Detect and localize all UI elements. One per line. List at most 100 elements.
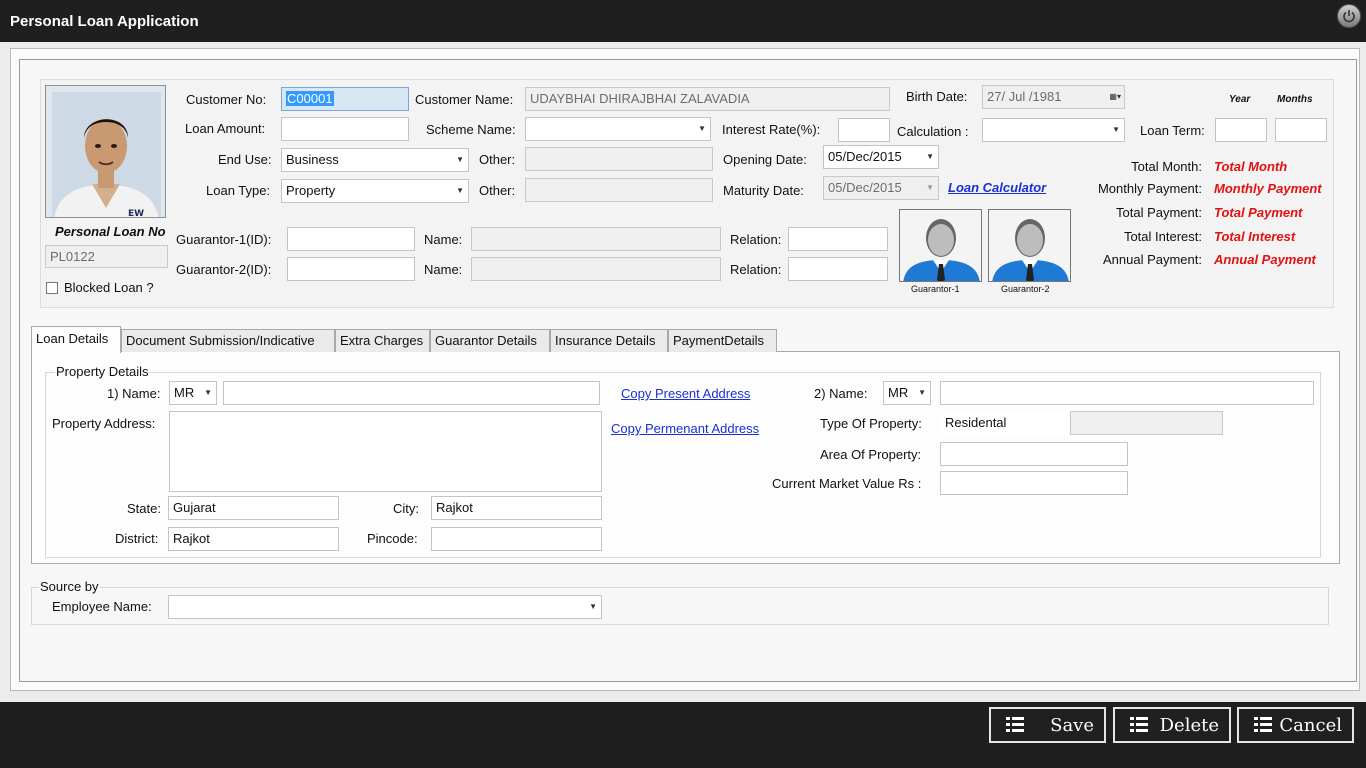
chevron-down-icon: ▼ (926, 183, 934, 192)
chevron-down-icon: ▼ (204, 388, 212, 397)
birth-date-value: 27/ Jul /1981 (987, 89, 1062, 104)
total-payment-label: Total Payment: (1116, 205, 1202, 220)
customer-name-field[interactable]: UDAYBHAI DHIRAJBHAI ZALAVADIA (525, 87, 890, 111)
customer-no-label: Customer No: (186, 92, 267, 107)
loan-amount-input[interactable] (281, 117, 409, 141)
city-input[interactable]: Rajkot (431, 496, 602, 520)
loan-type-label: Loan Type: (206, 183, 271, 198)
type-of-property-label: Type Of Property: (820, 416, 922, 431)
name2-input[interactable] (940, 381, 1314, 405)
area-of-property-input[interactable] (940, 442, 1128, 466)
copy-present-address-link[interactable]: Copy Present Address (621, 386, 750, 401)
name1-title-value: MR (174, 385, 195, 400)
cancel-button[interactable]: Cancel (1237, 707, 1354, 743)
property-details-title: Property Details (55, 364, 150, 379)
end-use-other-field[interactable] (525, 147, 713, 171)
tab-document-submission[interactable]: Document Submission/Indicative (121, 329, 335, 352)
calculation-label: Calculation : (897, 124, 969, 139)
name1-title-select[interactable]: MR ▼ (169, 381, 217, 405)
guarantor1-photo[interactable] (899, 209, 982, 282)
maturity-date-value: 05/Dec/2015 (828, 180, 902, 195)
calendar-icon[interactable]: ▦▾ (1109, 86, 1121, 108)
guarantor1-name-field[interactable] (471, 227, 721, 251)
maturity-date-picker[interactable]: 05/Dec/2015 ▼ (823, 176, 939, 200)
chevron-down-icon: ▼ (1112, 125, 1120, 134)
district-input[interactable]: Rajkot (168, 527, 339, 551)
scheme-name-label: Scheme Name: (426, 122, 516, 137)
area-of-property-label: Area Of Property: (820, 447, 922, 462)
loan-type-select[interactable]: Property ▼ (281, 179, 469, 203)
annual-payment-value: Annual Payment (1214, 252, 1316, 267)
calculation-select[interactable]: ▼ (982, 118, 1125, 142)
type-of-property-other-field[interactable] (1070, 411, 1223, 435)
total-month-label: Total Month: (1131, 159, 1202, 174)
loan-term-year-input[interactable] (1215, 118, 1267, 142)
save-button[interactable]: Save (989, 707, 1106, 743)
end-use-select[interactable]: Business ▼ (281, 148, 469, 172)
loan-amount-label: Loan Amount: (185, 121, 266, 136)
guarantor2-id-input[interactable] (287, 257, 415, 281)
state-input[interactable]: Gujarat (168, 496, 339, 520)
customer-no-value: C00001 (286, 91, 334, 106)
list-icon (1254, 717, 1272, 733)
delete-button[interactable]: Delete (1113, 707, 1231, 743)
loan-calculator-link[interactable]: Loan Calculator (948, 180, 1046, 195)
list-icon (1130, 717, 1148, 733)
monthly-payment-label: Monthly Payment: (1097, 181, 1202, 196)
name1-input[interactable] (223, 381, 600, 405)
other-label-1: Other: (479, 152, 516, 167)
name2-title-select[interactable]: MR ▼ (883, 381, 931, 405)
interest-rate-input[interactable] (838, 118, 890, 142)
employee-name-label: Employee Name: (52, 599, 152, 614)
guarantor1-caption: Guarantor-1 (911, 284, 960, 294)
property-address-label: Property Address: (52, 416, 156, 431)
scheme-name-select[interactable]: ▼ (525, 117, 711, 141)
loan-term-months-input[interactable] (1275, 118, 1327, 142)
guarantor2-relation-input[interactable] (788, 257, 888, 281)
type-of-property-select[interactable]: Residental (940, 411, 1068, 435)
list-icon (1006, 717, 1024, 733)
guarantor1-relation-input[interactable] (788, 227, 888, 251)
chevron-down-icon: ▼ (589, 602, 597, 611)
city-label: City: (393, 501, 419, 516)
tab-guarantor-details[interactable]: Guarantor Details (430, 329, 550, 352)
birth-date-picker[interactable]: 27/ Jul /1981 ▦▾ (982, 85, 1125, 109)
interest-rate-label: Interest Rate(%): (722, 122, 821, 137)
months-label: Months (1277, 94, 1313, 105)
pincode-input[interactable] (431, 527, 602, 551)
personal-loan-no-label: Personal Loan No (55, 224, 166, 239)
blocked-loan-checkbox[interactable] (46, 282, 58, 294)
end-use-label: End Use: (218, 152, 272, 167)
loan-type-other-field[interactable] (525, 178, 713, 202)
chevron-down-icon: ▼ (456, 186, 464, 195)
customer-name-label: Customer Name: (415, 92, 514, 107)
total-interest-value: Total Interest (1214, 229, 1296, 244)
employee-name-select[interactable]: ▼ (168, 595, 602, 619)
end-use-value: Business (286, 152, 339, 167)
loan-type-value: Property (286, 183, 336, 198)
tab-extra-charges[interactable]: Extra Charges (335, 329, 430, 352)
property-address-textarea[interactable] (169, 411, 602, 492)
power-icon[interactable] (1337, 4, 1361, 28)
delete-label: Delete (1159, 715, 1219, 736)
guarantor2-photo[interactable] (988, 209, 1071, 282)
chevron-down-icon: ▼ (456, 155, 464, 164)
cancel-label: Cancel (1279, 715, 1342, 736)
copy-permanent-address-link[interactable]: Copy Permenant Address (611, 421, 759, 436)
source-by-title: Source by (39, 579, 100, 594)
chevron-down-icon: ▼ (698, 124, 706, 133)
tab-insurance-details[interactable]: Insurance Details (550, 329, 668, 352)
opening-date-picker[interactable]: 05/Dec/2015 ▼ (823, 145, 939, 169)
tab-payment-details[interactable]: PaymentDetails (668, 329, 777, 352)
guarantor2-id-label: Guarantor-2(ID): (176, 262, 272, 277)
guarantor2-name-field[interactable] (471, 257, 721, 281)
total-interest-label: Total Interest: (1123, 229, 1202, 244)
other-label-2: Other: (479, 183, 516, 198)
tab-loan-details[interactable]: Loan Details (31, 326, 121, 353)
customer-no-field[interactable]: C00001 (281, 87, 409, 111)
guarantor1-id-input[interactable] (287, 227, 415, 251)
market-value-input[interactable] (940, 471, 1128, 495)
personal-loan-no-field[interactable]: PL0122 (45, 245, 168, 268)
save-label: Save (1050, 715, 1094, 736)
guarantor2-name-label: Name: (424, 262, 463, 277)
